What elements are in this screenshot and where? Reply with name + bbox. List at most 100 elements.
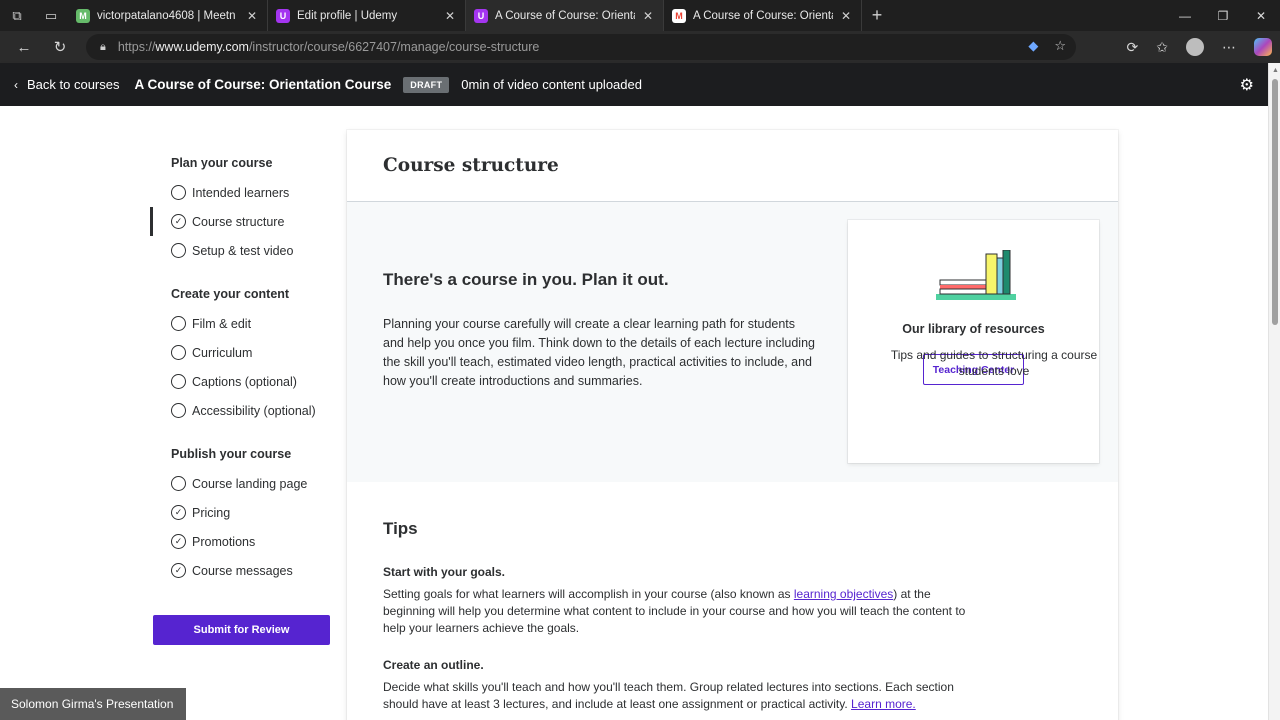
udemy-icon: U bbox=[474, 8, 488, 23]
check-circle-icon: ✓ bbox=[171, 505, 186, 520]
scrollbar-thumb[interactable] bbox=[1272, 79, 1278, 325]
sidebar-item-captions[interactable]: Captions (optional) bbox=[150, 367, 350, 396]
new-tab-button[interactable]: + bbox=[862, 5, 892, 26]
sidebar-section-title: Plan your course bbox=[171, 156, 273, 170]
tip-item: Start with your goals. Setting goals for… bbox=[383, 565, 1082, 637]
sidebar-item-label: Promotions bbox=[192, 534, 256, 549]
chevron-left-icon: ‹ bbox=[14, 77, 18, 92]
browser-tab-course-active[interactable]: U A Course of Course: Orientation C ✕ bbox=[466, 0, 664, 31]
page-scrollbar[interactable]: ▲ bbox=[1268, 63, 1280, 720]
sidebar-item-label: Pricing bbox=[192, 505, 231, 520]
submit-for-review-button[interactable]: Submit for Review bbox=[153, 615, 330, 645]
tips-title: Tips bbox=[383, 519, 418, 538]
star-icon[interactable]: ☆ bbox=[1054, 38, 1066, 54]
gear-icon[interactable]: ⚙ bbox=[1240, 75, 1254, 95]
library-title: Our library of resources bbox=[902, 322, 1045, 336]
check-circle-icon: ✓ bbox=[171, 214, 186, 229]
panel-header: Course structure bbox=[347, 130, 1118, 202]
tab-actions-icon[interactable]: ▭ bbox=[34, 0, 68, 31]
copilot-icon[interactable] bbox=[1254, 38, 1272, 56]
tips-section: Tips Start with your goals. Setting goal… bbox=[347, 482, 1118, 713]
more-icon[interactable]: ⋯ bbox=[1222, 39, 1236, 56]
sidebar-item-curriculum[interactable]: Curriculum bbox=[150, 338, 350, 367]
udemy-icon: U bbox=[276, 8, 290, 23]
price-tag-icon[interactable]: ◆ bbox=[1028, 38, 1038, 54]
sidebar-item-label: Curriculum bbox=[192, 345, 253, 360]
resource-library-card: Our library of resources Tips and guides… bbox=[848, 220, 1099, 463]
sidebar-item-course-messages[interactable]: ✓ Course messages bbox=[150, 556, 350, 585]
favorites-icon[interactable]: ✩ bbox=[1156, 39, 1168, 56]
circle-icon bbox=[171, 185, 186, 200]
sidebar-item-label: Course landing page bbox=[192, 476, 308, 491]
omnibox-actions: ◆ ☆ bbox=[1028, 38, 1066, 54]
check-circle-icon: ✓ bbox=[171, 534, 186, 549]
extensions-icon[interactable]: ⟳ bbox=[1127, 39, 1139, 56]
back-label: Back to courses bbox=[27, 77, 120, 92]
address-bar[interactable]: 🔒︎ https://www.udemy.com/instructor/cour… bbox=[86, 34, 1076, 60]
meetn-icon: M bbox=[76, 8, 90, 23]
tip-title: Start with your goals. bbox=[383, 565, 506, 579]
hero-title: There's a course in you. Plan it out. bbox=[383, 270, 669, 289]
sidebar-item-label: Accessibility (optional) bbox=[192, 403, 316, 418]
sidebar-item-accessibility[interactable]: Accessibility (optional) bbox=[150, 396, 350, 425]
sidebar-item-label: Film & edit bbox=[192, 316, 252, 331]
close-icon[interactable]: ✕ bbox=[245, 9, 259, 23]
close-icon[interactable]: ✕ bbox=[839, 9, 853, 23]
learn-more-link[interactable]: Learn more. bbox=[851, 697, 916, 711]
presenter-overlay: Solomon Girma's Presentation bbox=[0, 688, 186, 720]
circle-icon bbox=[171, 374, 186, 389]
sidebar-item-film-edit[interactable]: Film & edit bbox=[150, 309, 350, 338]
sidebar-section-title: Create your content bbox=[171, 287, 290, 301]
sidebar-item-label: Intended learners bbox=[192, 185, 290, 200]
sidebar-item-setup-test-video[interactable]: Setup & test video bbox=[150, 236, 350, 265]
tab-title: A Course of Course: Orientation C bbox=[693, 9, 833, 22]
course-header: ‹ Back to courses A Course of Course: Or… bbox=[0, 63, 1268, 106]
sidebar-item-intended-learners[interactable]: Intended learners bbox=[150, 178, 350, 207]
page-title: Course structure bbox=[383, 155, 559, 176]
close-icon[interactable]: ✕ bbox=[641, 9, 655, 23]
browser-tab-meetn[interactable]: M victorpatalano4608 | Meetn ✕ bbox=[68, 0, 268, 31]
sidebar-item-label: Course messages bbox=[192, 563, 293, 578]
minimize-icon[interactable]: — bbox=[1166, 0, 1204, 31]
check-circle-icon: ✓ bbox=[171, 563, 186, 578]
url-path: /instructor/course/6627407/manage/course… bbox=[248, 40, 540, 54]
sidebar-item-label: Captions (optional) bbox=[192, 374, 297, 389]
close-icon[interactable]: ✕ bbox=[443, 9, 457, 23]
tip-text: Decide what skills you'll teach and how … bbox=[383, 679, 983, 713]
browser-tab-edit-profile[interactable]: U Edit profile | Udemy ✕ bbox=[268, 0, 466, 31]
circle-icon bbox=[171, 345, 186, 360]
mouse-cursor-icon bbox=[1018, 568, 1026, 578]
tip-text-part: Setting goals for what learners will acc… bbox=[383, 587, 794, 601]
sidebar-item-course-structure[interactable]: ✓ Course structure bbox=[150, 207, 350, 236]
window-controls: — ❐ ✕ bbox=[1166, 0, 1280, 31]
url-text: https://www.udemy.com/instructor/course/… bbox=[118, 40, 540, 54]
browser-right-tools: ⟳ ✩ ⋯ bbox=[1127, 31, 1272, 63]
lock-icon[interactable]: 🔒︎ bbox=[100, 41, 106, 54]
status-badge: DRAFT bbox=[403, 76, 450, 93]
sidebar-section-title: Publish your course bbox=[171, 447, 292, 461]
reload-icon[interactable]: ↻ bbox=[42, 31, 78, 63]
gmail-icon: M bbox=[672, 8, 686, 23]
hero-text: Planning your course carefully will crea… bbox=[383, 317, 815, 388]
back-to-courses-link[interactable]: ‹ Back to courses bbox=[14, 77, 120, 92]
learning-objectives-link[interactable]: learning objectives bbox=[794, 587, 893, 601]
workspaces-icon[interactable]: ⧉ bbox=[0, 0, 34, 31]
close-window-icon[interactable]: ✕ bbox=[1242, 0, 1280, 31]
sidebar-item-pricing[interactable]: ✓ Pricing bbox=[150, 498, 350, 527]
tip-text: Setting goals for what learners will acc… bbox=[383, 586, 983, 637]
restore-icon[interactable]: ❐ bbox=[1204, 0, 1242, 31]
url-scheme: https:// bbox=[117, 40, 156, 54]
back-arrow-icon[interactable]: ← bbox=[6, 31, 42, 63]
circle-icon bbox=[171, 243, 186, 258]
sidebar-item-course-landing-page[interactable]: Course landing page bbox=[150, 469, 350, 498]
profile-avatar[interactable] bbox=[1186, 38, 1204, 56]
tip-title: Create an outline. bbox=[383, 658, 484, 672]
circle-icon bbox=[171, 476, 186, 491]
sidebar-item-promotions[interactable]: ✓ Promotions bbox=[150, 527, 350, 556]
scroll-up-icon[interactable]: ▲ bbox=[1272, 67, 1279, 74]
tip-item: Create an outline. Decide what skills yo… bbox=[383, 658, 1082, 713]
browser-tab-course-gmail[interactable]: M A Course of Course: Orientation C ✕ bbox=[664, 0, 862, 31]
sidebar-item-label: Course structure bbox=[192, 214, 285, 229]
tab-title: Edit profile | Udemy bbox=[297, 9, 398, 22]
tab-title: A Course of Course: Orientation C bbox=[495, 9, 635, 22]
